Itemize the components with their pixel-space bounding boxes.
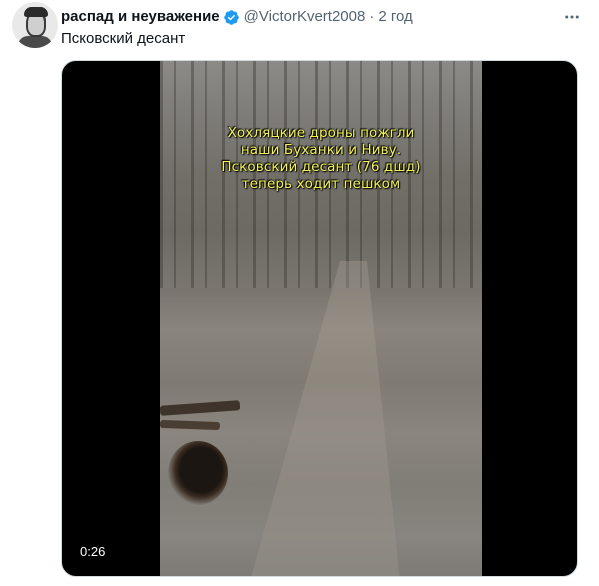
dark-figure bbox=[168, 441, 228, 505]
user-handle[interactable]: @VictorKvert2008 bbox=[244, 7, 366, 27]
separator-dot: · bbox=[369, 8, 375, 25]
fallen-log bbox=[159, 400, 241, 416]
tweet-header: распад и неуважение @VictorKvert2008 · 2… bbox=[61, 7, 413, 27]
video-frame[interactable]: Хохляцкие дроны пожгли наши Буханки и Ни… bbox=[159, 61, 482, 576]
dirt-path bbox=[250, 261, 400, 576]
video-player[interactable]: Хохляцкие дроны пожгли наши Буханки и Ни… bbox=[61, 60, 578, 577]
tweet[interactable]: распад и неуважение @VictorKvert2008 · 2… bbox=[0, 0, 599, 586]
video-duration-badge: 0:26 bbox=[76, 543, 110, 561]
avatar-shirt bbox=[18, 36, 52, 48]
verified-badge-icon bbox=[223, 9, 240, 26]
avatar[interactable] bbox=[12, 2, 58, 48]
display-name[interactable]: распад и неуважение bbox=[61, 7, 220, 27]
fallen-branch bbox=[159, 419, 221, 431]
video-caption-overlay: Хохляцкие дроны пожгли наши Буханки и Ни… bbox=[221, 125, 421, 192]
avatar-hair bbox=[24, 7, 48, 17]
tweet-timestamp[interactable]: 2 год bbox=[378, 7, 412, 27]
tweet-text: Псковский десант bbox=[61, 30, 186, 47]
more-options-icon[interactable] bbox=[561, 6, 583, 28]
